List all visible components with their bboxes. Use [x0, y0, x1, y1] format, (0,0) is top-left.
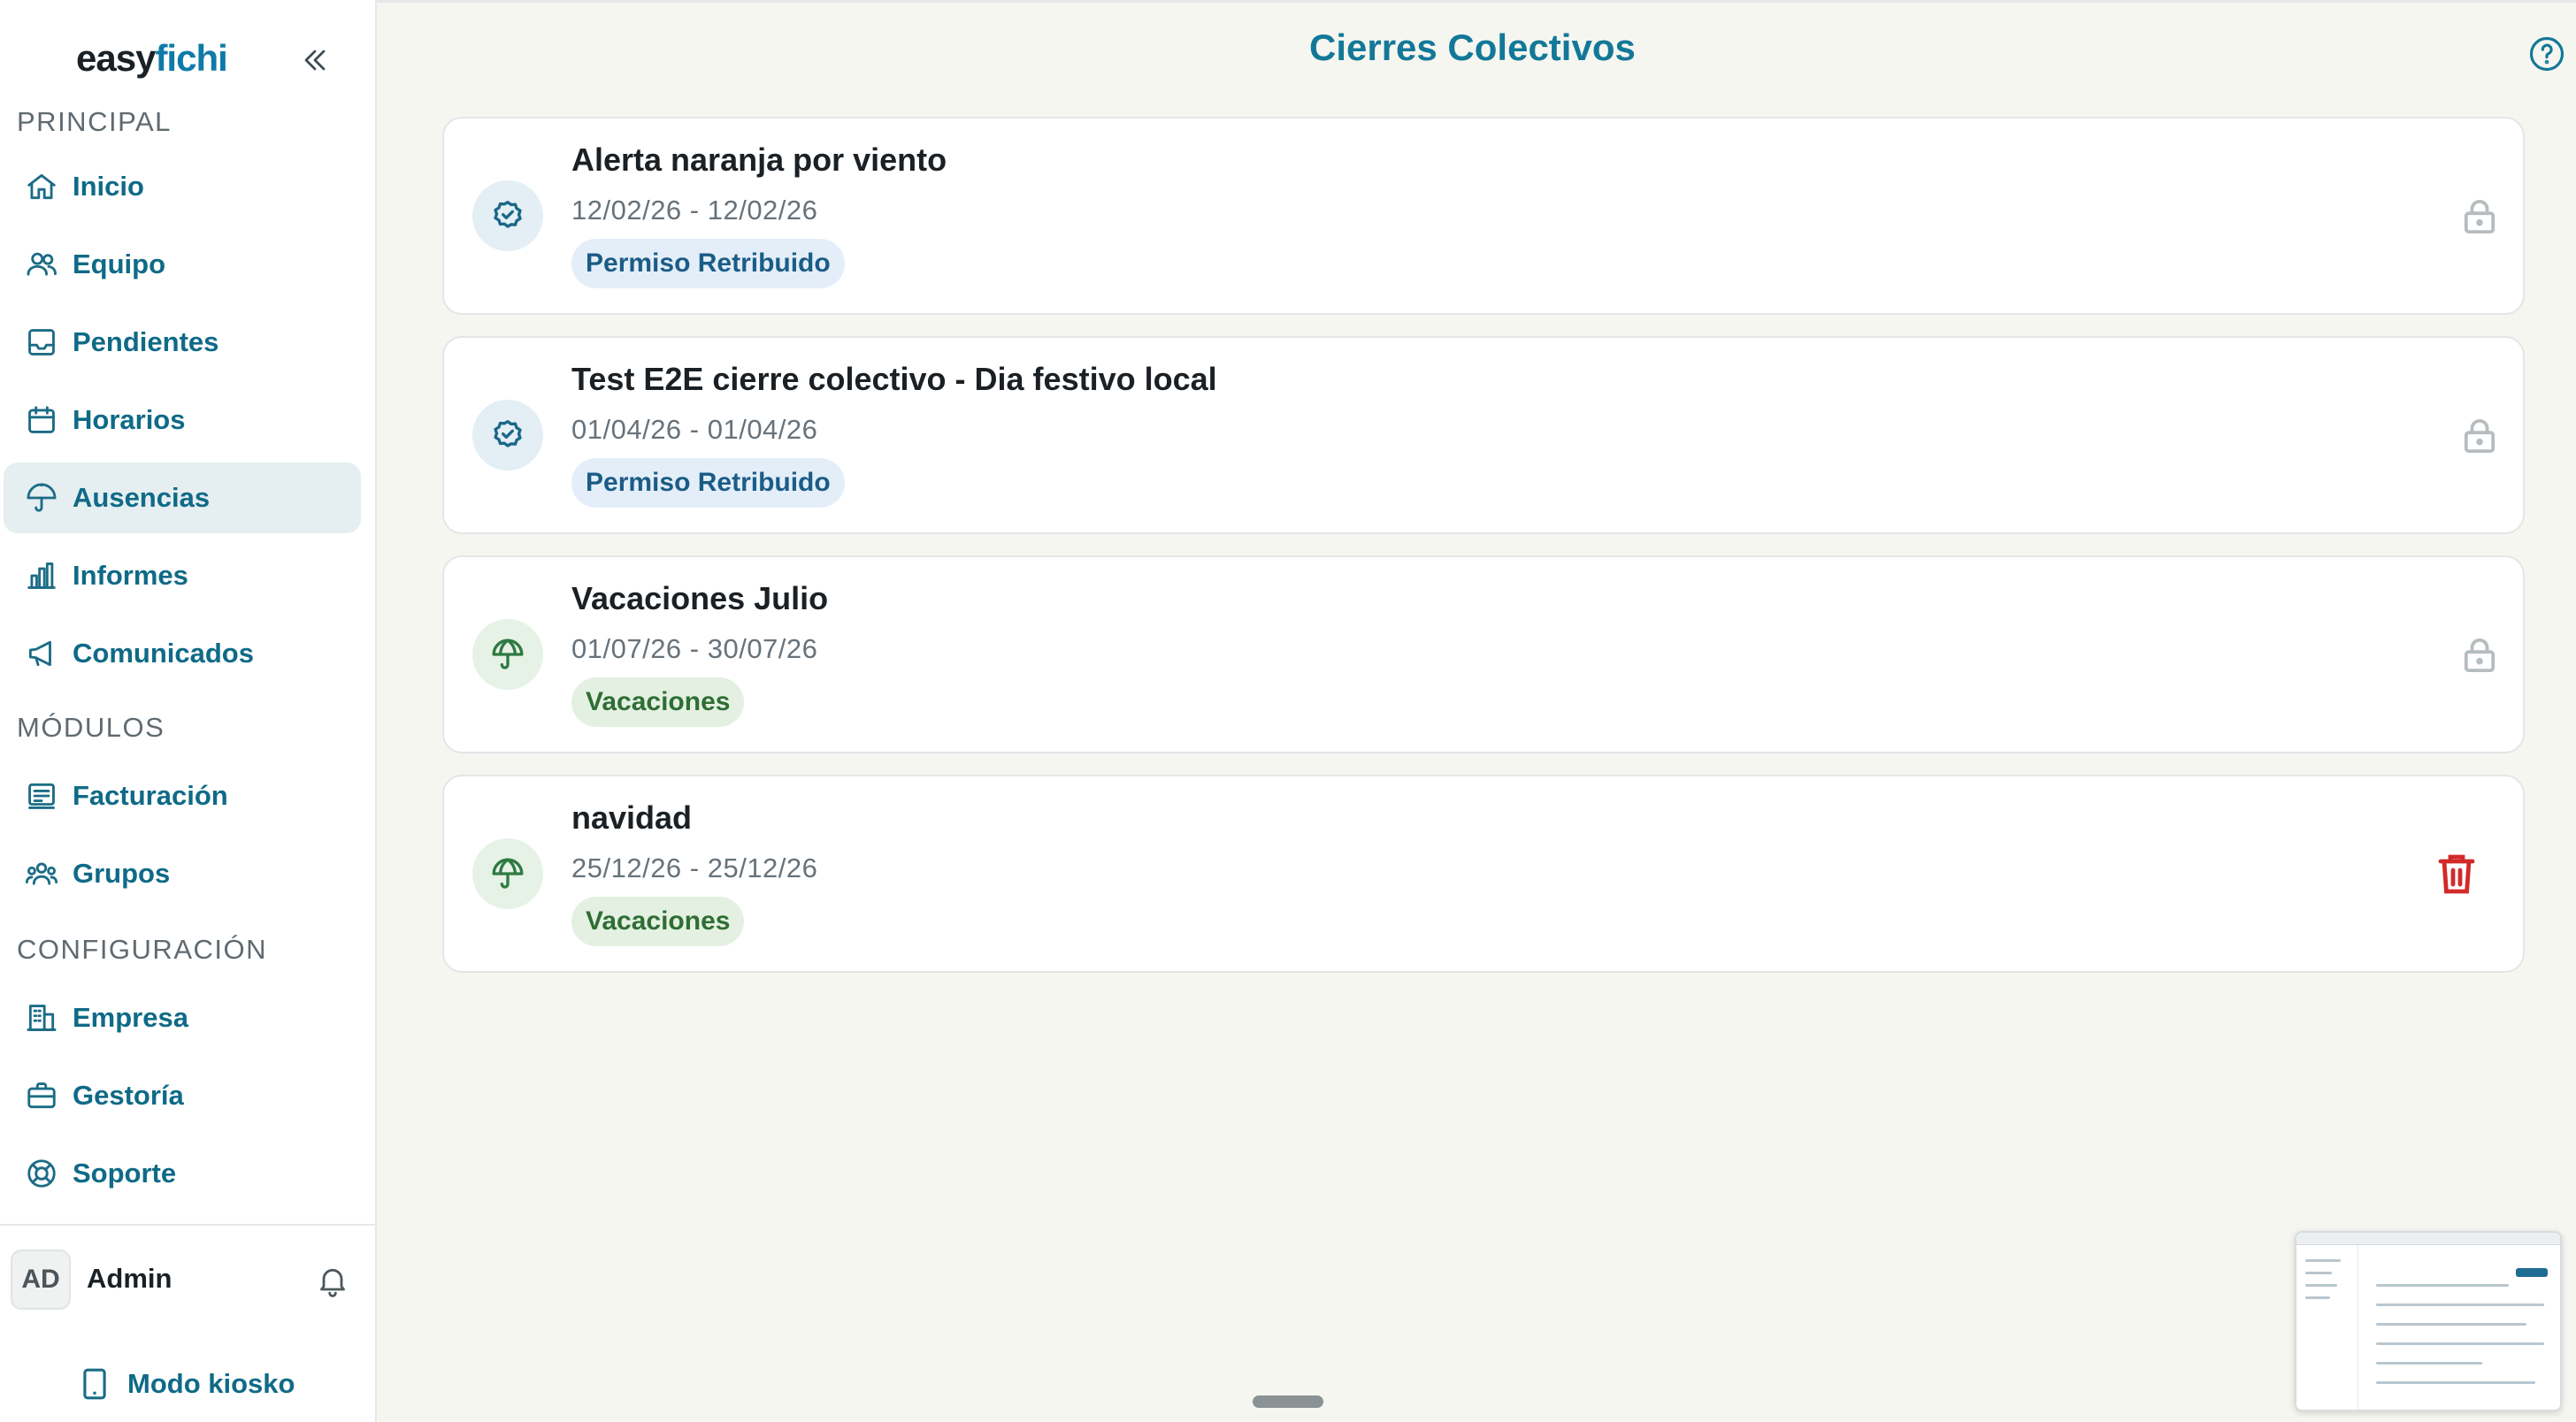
kiosk-mode-button[interactable]: Modo kiosko	[80, 1367, 295, 1401]
tablet-icon	[83, 1368, 106, 1400]
closure-title: Alerta naranja por viento	[571, 141, 947, 178]
sidebar-item-ausencias[interactable]: Ausencias	[4, 463, 361, 533]
home-icon	[27, 173, 56, 200]
badge-check-icon	[472, 180, 543, 251]
closure-dates: 01/07/26 - 30/07/26	[571, 633, 818, 664]
thumbnail-line	[2305, 1259, 2341, 1262]
thumbnail-button	[2516, 1268, 2548, 1277]
sidebar-nav[interactable]: PRINCIPAL Inicio Equipo Pendientes Horar…	[0, 99, 377, 1213]
sidebar-item-empresa[interactable]: Empresa	[4, 982, 361, 1053]
receipt-icon	[28, 783, 55, 809]
users-icon	[27, 252, 57, 276]
sidebar-item-facturacion[interactable]: Facturación	[4, 761, 361, 831]
sidebar-item-gestoria[interactable]: Gestoría	[4, 1060, 361, 1131]
sidebar-item-inicio[interactable]: Inicio	[4, 151, 361, 222]
sidebar-item-comunicados[interactable]: Comunicados	[4, 618, 361, 689]
section-title-principal: PRINCIPAL	[17, 106, 172, 137]
closure-title: Test E2E cierre colectivo - Dia festivo …	[571, 361, 1217, 397]
kiosk-mode-label: Modo kiosko	[127, 1368, 295, 1399]
badge-check-icon	[472, 400, 543, 470]
sidebar-item-soporte[interactable]: Soporte	[4, 1138, 361, 1209]
sidebar-item-equipo[interactable]: Equipo	[4, 229, 361, 300]
user-name[interactable]: Admin	[87, 1263, 172, 1295]
briefcase-icon	[27, 1082, 56, 1109]
thumbnail-sidebar	[2296, 1245, 2358, 1410]
thumbnail-line	[2376, 1362, 2482, 1365]
closure-title: Vacaciones Julio	[571, 580, 829, 616]
sidebar-item-label: Horarios	[73, 404, 186, 435]
sidebar-item-label: Equipo	[73, 248, 166, 279]
closure-dates: 12/02/26 - 12/02/26	[571, 195, 818, 226]
avatar[interactable]: AD	[11, 1250, 71, 1310]
absence-type-badge: Vacaciones	[571, 677, 745, 727]
lock-icon	[2463, 637, 2496, 674]
thumbnail-line	[2376, 1284, 2509, 1287]
top-border	[0, 0, 2576, 3]
bell-icon[interactable]	[315, 1263, 350, 1298]
inbox-icon	[28, 329, 55, 356]
megaphone-icon	[28, 640, 51, 667]
thumbnail-line	[2376, 1381, 2535, 1384]
sidebar-item-label: Facturación	[73, 780, 228, 811]
sidebar-footer-divider	[0, 1224, 377, 1226]
closure-dates: 25/12/26 - 25/12/26	[571, 852, 818, 883]
thumbnail-line	[2305, 1296, 2330, 1299]
absence-type-badge: Permiso Retribuido	[571, 239, 845, 288]
page-title: Cierres Colectivos	[1309, 27, 1636, 68]
home-indicator[interactable]	[1253, 1395, 1323, 1408]
section-title-configuracion: CONFIGURACIÓN	[17, 934, 267, 965]
group-icon	[25, 862, 58, 885]
trash-icon[interactable]	[2436, 851, 2477, 897]
sidebar-item-label: Grupos	[73, 858, 171, 889]
calendar-icon	[28, 406, 55, 433]
umbrella-icon	[27, 483, 57, 512]
lock-icon	[2463, 417, 2496, 455]
sidebar-item-label: Soporte	[73, 1158, 177, 1189]
closure-card[interactable]: navidad 25/12/26 - 25/12/26 Vacaciones	[442, 775, 2525, 973]
sidebar-item-label: Empresa	[73, 1002, 188, 1033]
thumbnail-line	[2376, 1342, 2544, 1345]
thumbnail-line	[2376, 1323, 2526, 1326]
lifebuoy-icon	[27, 1159, 56, 1188]
umbrella-icon	[472, 619, 543, 690]
sidebar-item-pendientes[interactable]: Pendientes	[4, 307, 361, 378]
sidebar: easyfichi PRINCIPAL Inicio Equipo Pendie…	[0, 0, 377, 1422]
absence-type-badge: Permiso Retribuido	[571, 458, 845, 508]
closure-dates: 01/04/26 - 01/04/26	[571, 414, 818, 445]
thumbnail-line	[2305, 1284, 2337, 1287]
thumbnail-line	[2376, 1304, 2544, 1306]
absence-type-badge: Vacaciones	[571, 897, 745, 946]
help-icon[interactable]	[2528, 35, 2565, 73]
thumbnail-toolbar	[2296, 1233, 2560, 1245]
closure-title: navidad	[571, 799, 693, 836]
sidebar-item-grupos[interactable]: Grupos	[4, 838, 361, 909]
screenshot-thumbnail[interactable]	[2295, 1231, 2562, 1411]
sidebar-item-horarios[interactable]: Horarios	[4, 385, 361, 455]
collapse-sidebar-icon[interactable]	[295, 42, 334, 78]
sidebar-item-label: Ausencias	[73, 482, 211, 513]
lock-icon	[2463, 198, 2496, 235]
umbrella-icon	[472, 838, 543, 909]
building-icon	[27, 1005, 57, 1031]
section-title-modulos: MÓDULOS	[17, 712, 165, 743]
sidebar-item-informes[interactable]: Informes	[4, 540, 361, 611]
closure-card[interactable]: Vacaciones Julio 01/07/26 - 30/07/26 Vac…	[442, 555, 2525, 753]
brand-logo[interactable]: easyfichi	[76, 37, 228, 80]
bar-chart-icon	[27, 562, 56, 589]
sidebar-item-label: Inicio	[73, 171, 144, 202]
thumbnail-line	[2305, 1272, 2332, 1274]
closure-card[interactable]: Alerta naranja por viento 12/02/26 - 12/…	[442, 117, 2525, 315]
sidebar-item-label: Pendientes	[73, 326, 219, 357]
closure-card[interactable]: Test E2E cierre colectivo - Dia festivo …	[442, 336, 2525, 534]
sidebar-item-label: Informes	[73, 560, 188, 591]
sidebar-item-label: Gestoría	[73, 1080, 184, 1111]
sidebar-item-label: Comunicados	[73, 638, 254, 669]
